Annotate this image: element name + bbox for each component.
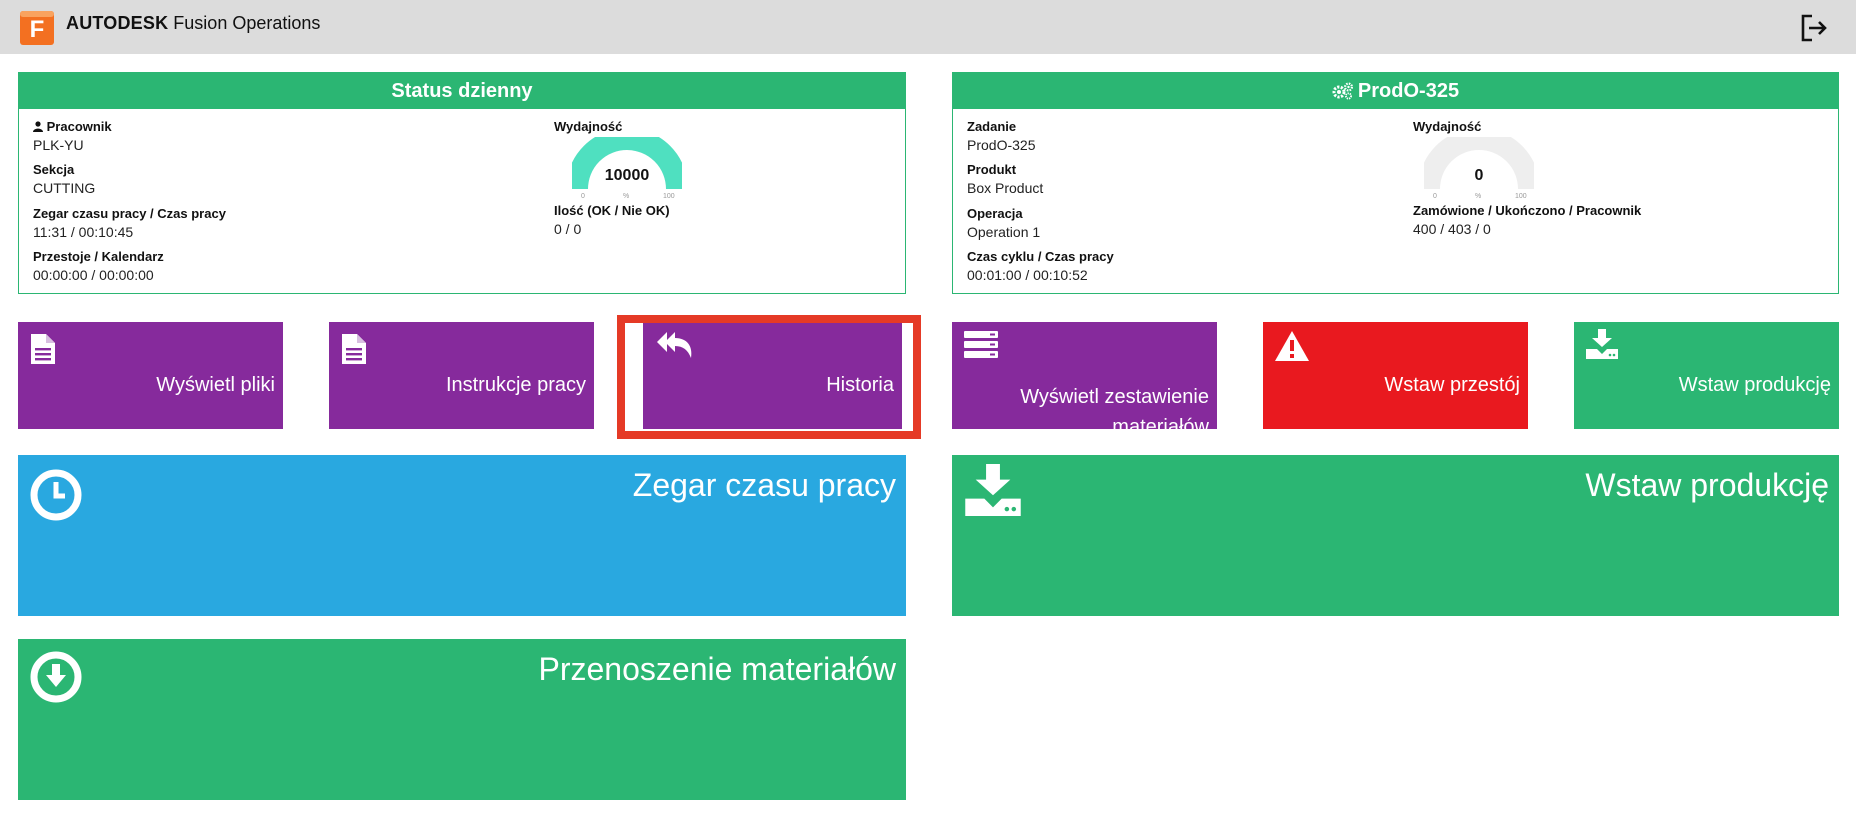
work-instructions-label: Instrukcje pracy xyxy=(445,374,586,396)
downtime-value: 00:00:00 / 00:00:00 xyxy=(33,267,154,283)
order-efficiency-gauge: 0 0 % 100 xyxy=(1418,128,1540,203)
reply-all-icon xyxy=(657,332,692,358)
warning-icon xyxy=(1275,331,1309,361)
view-files-button[interactable]: Wyświetl pliki xyxy=(18,322,283,429)
downtime-label: Przestoje / Kalendarz xyxy=(33,249,164,264)
download-tray-icon xyxy=(965,464,1021,516)
gauge-unit: % xyxy=(623,193,630,200)
operation-field: Operacja Operation 1 xyxy=(967,206,1040,240)
section-label: Sekcja xyxy=(33,162,75,177)
gauge-max: 100 xyxy=(1515,193,1527,200)
order-efficiency-value: 0 xyxy=(1474,167,1484,184)
efficiency-gauge: 10000 0 % 100 xyxy=(566,128,688,203)
order-title: ProdO-325 xyxy=(953,73,1838,109)
product-label: Produkt xyxy=(967,162,1017,177)
qty-label: Ilość (OK / Nie OK) xyxy=(554,203,670,218)
material-transfer-button[interactable]: Przenoszenie materiałów xyxy=(18,639,906,800)
worker-label: Pracownik xyxy=(33,119,112,134)
file-icon xyxy=(342,334,366,364)
order-efficiency-field: Wydajność xyxy=(1413,119,1481,134)
work-clock-label: Zegar czasu pracy xyxy=(632,467,896,503)
order-efficiency-label: Wydajność xyxy=(1413,119,1482,134)
insert-production-button[interactable]: Wstaw produkcję xyxy=(1574,322,1839,429)
view-bom-label-line2: materiałów xyxy=(1112,416,1209,429)
insert-production-label: Wstaw produkcję xyxy=(1678,374,1831,396)
arrow-circle-down-icon xyxy=(30,651,82,703)
efficiency-label: Wydajność xyxy=(554,119,623,134)
clock-value: 11:31 / 00:10:45 xyxy=(33,224,134,240)
task-value: ProdO-325 xyxy=(967,137,1036,153)
user-icon xyxy=(33,121,43,132)
cogs-icon xyxy=(1332,82,1353,100)
downtime-field: Przestoje / Kalendarz 00:00:00 / 00:00:0… xyxy=(33,249,164,283)
insert-production-big-button[interactable]: Wstaw produkcję xyxy=(952,455,1839,616)
task-label: Zadanie xyxy=(967,119,1017,134)
clock-field: Zegar czasu pracy / Czas pracy 11:31 / 0… xyxy=(33,206,226,240)
work-instructions-button[interactable]: Instrukcje pracy xyxy=(329,322,594,429)
insert-downtime-label: Wstaw przestój xyxy=(1384,374,1520,396)
daily-status-title: Status dzienny xyxy=(19,73,905,109)
cycle-label: Czas cyklu / Czas pracy xyxy=(967,249,1114,264)
clock-label: Zegar czasu pracy / Czas pracy xyxy=(33,206,226,221)
task-field: Zadanie ProdO-325 xyxy=(967,119,1035,153)
insert-downtime-button[interactable]: Wstaw przestój xyxy=(1263,322,1528,429)
qty-value: 0 / 0 xyxy=(554,221,582,237)
view-bom-button[interactable]: Wyświetl zestawienie materiałów xyxy=(952,322,1217,429)
gauge-min: 0 xyxy=(1433,193,1437,200)
efficiency-field: Wydajność xyxy=(554,119,622,134)
product-field: Produkt Box Product xyxy=(967,162,1043,196)
operation-label: Operacja xyxy=(967,206,1023,221)
efficiency-value: 10000 xyxy=(604,167,650,184)
cycle-value: 00:01:00 / 00:10:52 xyxy=(967,267,1088,283)
worker-value: PLK-YU xyxy=(33,137,84,153)
ordered-field: Zamówione / Ukończono / Pracownik 400 / … xyxy=(1413,203,1641,237)
gauge-max: 100 xyxy=(663,193,675,200)
view-bom-label: Wyświetl zestawienie materiałów xyxy=(1020,382,1209,429)
history-label: Historia xyxy=(826,374,894,396)
product-value: Box Product xyxy=(967,180,1044,196)
history-button[interactable]: Historia xyxy=(640,322,905,429)
section-value: CUTTING xyxy=(33,180,96,196)
work-clock-button[interactable]: Zegar czasu pracy xyxy=(18,455,906,616)
cycle-field: Czas cyklu / Czas pracy 00:01:00 / 00:10… xyxy=(967,249,1114,283)
gauge-min: 0 xyxy=(581,193,585,200)
clock-icon xyxy=(30,469,82,521)
operation-value: Operation 1 xyxy=(967,224,1041,240)
view-files-label: Wyświetl pliki xyxy=(156,374,275,396)
worker-field: Pracownik PLK-YU xyxy=(33,119,112,153)
brand-product: Fusion Operations xyxy=(173,13,321,33)
ordered-label: Zamówione / Ukończono / Pracownik xyxy=(1413,203,1642,218)
server-icon xyxy=(964,331,998,358)
app-title: AUTODESK Fusion Operations xyxy=(66,13,320,34)
svg-text:F: F xyxy=(30,16,45,43)
ordered-value: 400 / 403 / 0 xyxy=(1413,221,1491,237)
logout-icon[interactable] xyxy=(1798,12,1830,44)
fusion-logo: F xyxy=(20,11,54,45)
qty-field: Ilość (OK / Nie OK) 0 / 0 xyxy=(554,203,670,237)
daily-status-panel: Status dzienny Pracownik PLK-YU Sekcja C… xyxy=(18,72,906,294)
gauge-unit: % xyxy=(1475,193,1482,200)
order-panel: ProdO-325 Zadanie ProdO-325 Produkt Box … xyxy=(952,72,1839,294)
top-bar: F AUTODESK Fusion Operations xyxy=(0,0,1856,54)
view-bom-label-line1: Wyświetl zestawienie xyxy=(1020,386,1209,408)
download-tray-icon xyxy=(1586,329,1618,359)
brand-autodesk: AUTODESK xyxy=(66,13,169,33)
material-transfer-label: Przenoszenie materiałów xyxy=(538,651,897,687)
file-icon xyxy=(31,334,55,364)
insert-production-big-label: Wstaw produkcję xyxy=(1585,467,1829,503)
section-field: Sekcja CUTTING xyxy=(33,162,95,196)
